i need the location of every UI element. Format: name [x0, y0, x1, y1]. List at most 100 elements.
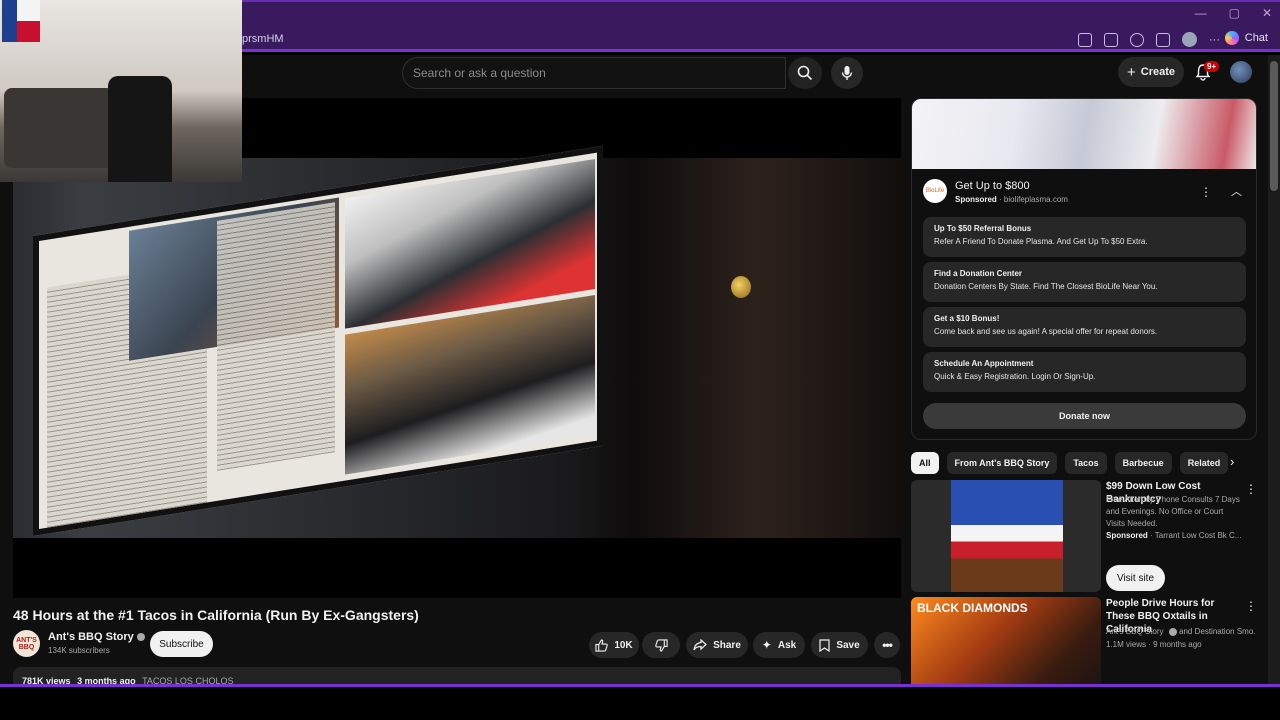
video-frame: [13, 145, 901, 538]
sponsored-video-item[interactable]: $99 Down Low Cost Bankruptcy Free Attorn…: [911, 480, 1257, 595]
plus-icon: +: [1126, 63, 1136, 81]
app-available-icon[interactable]: [1078, 32, 1092, 47]
scrollbar-thumb[interactable]: [1270, 61, 1278, 191]
texas-flag-image: [2, 0, 40, 42]
sponsored-ad-card[interactable]: BioLife Get Up to $800 Sponsored · bioli…: [911, 98, 1257, 440]
chat-label: Chat: [1244, 32, 1268, 44]
advertiser-logo[interactable]: BioLife: [923, 179, 947, 203]
gaming-chair-image: [108, 76, 172, 182]
account-avatar[interactable]: [1230, 61, 1252, 83]
extensions-icon[interactable]: [1130, 32, 1144, 47]
ad-sitelink[interactable]: Get a $10 Bonus! Come back and see us ag…: [923, 307, 1246, 347]
profile-avatar[interactable]: [1182, 32, 1197, 47]
share-label: Share: [713, 639, 741, 651]
filter-chips: All From Ant's BBQ Story Tacos Barbecue …: [911, 452, 1229, 474]
save-button[interactable]: Save: [811, 632, 868, 658]
collapse-chevron-icon[interactable]: ︿: [1231, 183, 1242, 199]
more-icon[interactable]: ···: [1209, 34, 1220, 46]
ad-menu-icon[interactable]: ⋮: [1200, 185, 1212, 199]
like-button[interactable]: 10K: [589, 632, 639, 658]
window-border: [0, 684, 1280, 687]
close-icon[interactable]: ✕: [1262, 6, 1272, 20]
restore-icon[interactable]: ▢: [1229, 6, 1240, 20]
visit-site-button[interactable]: Visit site: [1106, 565, 1165, 591]
notification-count-badge: 9+: [1204, 61, 1220, 72]
rec-sponsor-line: Sponsored · Tarrant Low Cost Bk C...: [1106, 530, 1246, 542]
dislike-button[interactable]: [642, 632, 680, 658]
sitelink-text: Donation Centers By State. Find The Clos…: [934, 282, 1158, 291]
rec-channel[interactable]: Ant's BBQ Story: [1106, 627, 1164, 636]
ask-button[interactable]: ✦ Ask: [753, 632, 805, 658]
thumbs-down-icon: [654, 638, 668, 652]
sitelink-heading: Find a Donation Center: [934, 269, 1022, 278]
share-button[interactable]: Share: [686, 632, 748, 658]
ad-banner-image[interactable]: [912, 99, 1256, 169]
search-input[interactable]: [413, 66, 773, 80]
ad-sitelink[interactable]: Schedule An Appointment Quick & Easy Reg…: [923, 352, 1246, 392]
rec-description: Free Attorney Phone Consults 7 Days and …: [1106, 495, 1240, 528]
more-actions-button[interactable]: •••: [874, 632, 900, 658]
donate-now-button[interactable]: Donate now: [923, 403, 1246, 429]
sparkle-icon: ✦: [761, 638, 772, 652]
subscriber-count: 134K subscribers: [48, 646, 110, 655]
video-list-item[interactable]: BLACK DIAMONDS People Drive Hours for Th…: [911, 597, 1257, 685]
sitelink-text: Quick & Easy Registration. Login Or Sign…: [934, 372, 1096, 381]
sponsored-label: Sponsored: [1106, 531, 1148, 540]
search-icon: [797, 65, 813, 81]
description-box[interactable]: 781K views 3 months ago TACOS LOS CHOLOS: [13, 667, 901, 685]
rec-collab: and Destination Smo...: [1179, 627, 1256, 636]
chip-related[interactable]: Related: [1179, 452, 1229, 474]
gavel-flag-image: [951, 480, 1063, 592]
rec-menu-icon[interactable]: ⋮: [1245, 599, 1257, 613]
sitelink-heading: Up To $50 Referral Bonus: [934, 224, 1032, 233]
verified-check-icon: [1168, 627, 1177, 636]
channel-name-text[interactable]: Ant's BBQ Story: [48, 631, 134, 643]
microphone-icon: [841, 66, 853, 80]
search-button[interactable]: [788, 57, 822, 89]
ad-sitelink[interactable]: Up To $50 Referral Bonus Refer A Friend …: [923, 217, 1246, 257]
favorites-icon[interactable]: [1156, 32, 1170, 47]
page-scrollbar[interactable]: [1268, 55, 1280, 685]
newspaper-poster-image: [33, 145, 603, 536]
url-text[interactable]: prsmHM: [242, 33, 284, 45]
channel-avatar[interactable]: ANT'S BBQ: [13, 630, 40, 657]
brass-fixture-image: [731, 276, 751, 298]
share-icon: [693, 639, 707, 651]
ad-title[interactable]: Get Up to $800: [955, 180, 1030, 192]
rec-channel-line: Ant's BBQ Story and Destination Smo...: [1106, 626, 1256, 638]
chip-all[interactable]: All: [911, 452, 939, 474]
chevron-right-icon[interactable]: ›: [1230, 454, 1234, 469]
rec-stats: 1.1M views · 9 months ago: [1106, 640, 1202, 649]
thumbs-up-icon: [595, 638, 609, 652]
video-thumbnail[interactable]: BLACK DIAMONDS: [911, 597, 1101, 685]
subscribe-button[interactable]: Subscribe: [150, 631, 213, 657]
more-horizontal-icon: •••: [882, 638, 893, 652]
ad-domain: · biolifeplasma.com: [999, 195, 1068, 204]
ad-sitelink[interactable]: Find a Donation Center Donation Centers …: [923, 262, 1246, 302]
favorite-star-icon[interactable]: [1104, 32, 1118, 47]
chip-barbecue[interactable]: Barbecue: [1114, 452, 1172, 474]
copilot-chat-button[interactable]: Chat: [1224, 31, 1268, 45]
thumbnail-text: BLACK DIAMONDS: [917, 601, 1028, 615]
copilot-icon: [1224, 31, 1239, 45]
toolbar-icons: ···: [1078, 32, 1220, 47]
sponsored-label: Sponsored: [955, 195, 997, 204]
video-title: 48 Hours at the #1 Tacos in California (…: [13, 607, 419, 623]
verified-check-icon: [136, 633, 145, 642]
ask-label: Ask: [777, 639, 797, 651]
webcam-overlay: [0, 0, 242, 182]
create-label: Create: [1140, 66, 1175, 78]
window-controls: — ▢ ✕: [1195, 6, 1272, 20]
video-thumbnail[interactable]: [911, 480, 1101, 592]
bookmark-icon: [819, 638, 830, 652]
chip-from-channel[interactable]: From Ant's BBQ Story: [946, 452, 1058, 474]
create-button[interactable]: + Create: [1118, 57, 1184, 87]
search-box[interactable]: [402, 57, 786, 89]
channel-name[interactable]: Ant's BBQ Story: [48, 631, 145, 643]
ad-subtitle: Sponsored · biolifeplasma.com: [955, 195, 1068, 204]
advertiser-name: · Tarrant Low Cost Bk C...: [1150, 531, 1242, 540]
minimize-icon[interactable]: —: [1195, 6, 1207, 20]
chip-tacos[interactable]: Tacos: [1065, 452, 1107, 474]
rec-menu-icon[interactable]: ⋮: [1245, 482, 1257, 496]
voice-search-button[interactable]: [831, 57, 863, 89]
